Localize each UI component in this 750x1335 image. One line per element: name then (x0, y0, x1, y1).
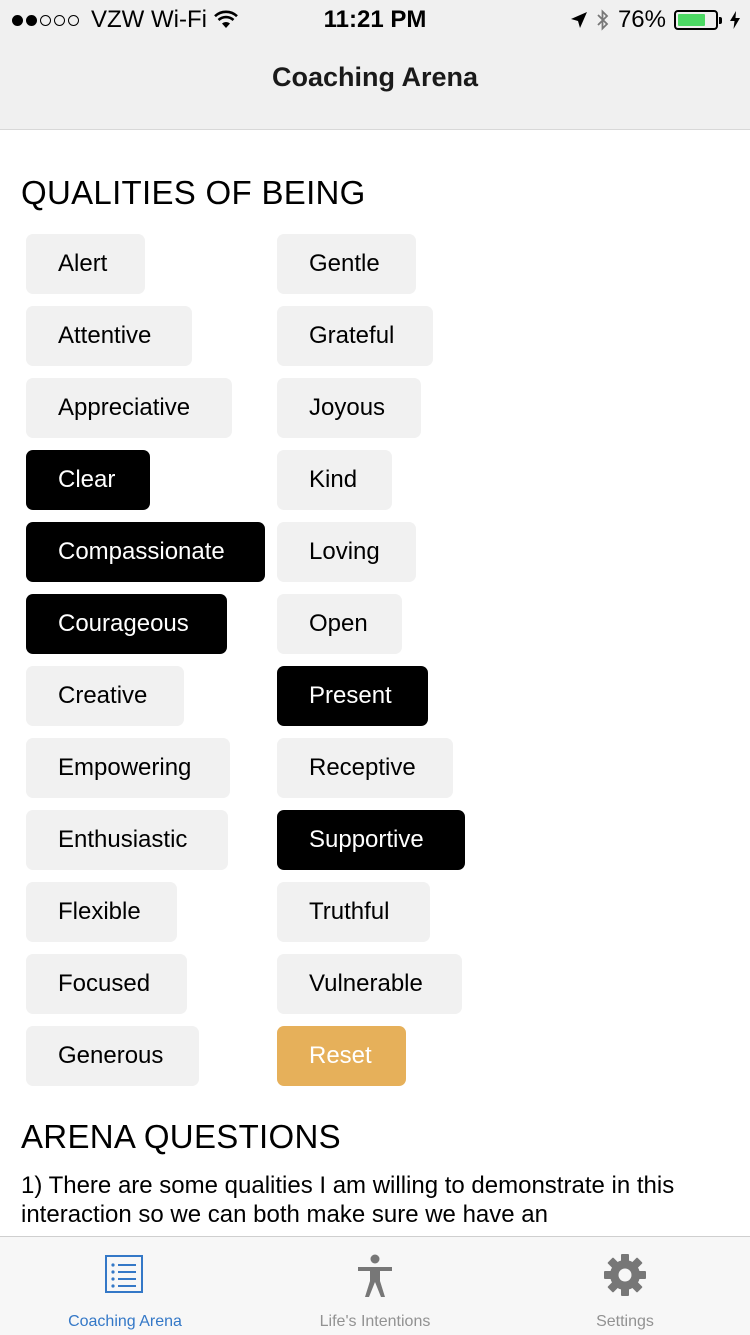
quality-chip-grateful[interactable]: Grateful (277, 306, 433, 366)
quality-chip-supportive[interactable]: Supportive (277, 810, 465, 870)
quality-chip-vulnerable[interactable]: Vulnerable (277, 954, 462, 1014)
top-bar: VZW Wi-Fi 11:21 PM 76% Coaching Arena (0, 0, 750, 130)
quality-chip-present[interactable]: Present (277, 666, 428, 726)
quality-chip-alert[interactable]: Alert (26, 234, 145, 294)
quality-chip-open[interactable]: Open (277, 594, 402, 654)
quality-chip-courageous[interactable]: Courageous (26, 594, 227, 654)
qualities-heading: QUALITIES OF BEING (21, 174, 366, 211)
quality-chip-attentive[interactable]: Attentive (26, 306, 192, 366)
arena-question-1: 1) There are some qualities I am willing… (21, 1172, 675, 1228)
quality-chip-focused[interactable]: Focused (26, 954, 187, 1014)
content-scroll[interactable]: QUALITIES OF BEING Alert Attentive Appre… (0, 130, 750, 1236)
tab-label: Life's Intentions (319, 1313, 431, 1330)
list-icon (105, 1255, 143, 1293)
battery-percent: 76% (617, 6, 666, 33)
quality-chip-clear[interactable]: Clear (26, 450, 150, 510)
quality-chip-loving[interactable]: Loving (277, 522, 416, 582)
person-icon (358, 1254, 392, 1297)
quality-chip-empowering[interactable]: Empowering (26, 738, 230, 798)
battery-icon (674, 10, 722, 30)
tab-label: Settings (596, 1313, 654, 1330)
charging-bolt-icon (730, 11, 740, 29)
quality-chip-creative[interactable]: Creative (26, 666, 184, 726)
nav-title: Coaching Arena (271, 62, 479, 92)
quality-chip-kind[interactable]: Kind (277, 450, 392, 510)
gear-icon (604, 1254, 646, 1296)
location-arrow-icon (570, 12, 587, 28)
status-right: 76% (570, 6, 740, 34)
arena-questions-heading: ARENA QUESTIONS (21, 1118, 341, 1155)
status-bar: VZW Wi-Fi 11:21 PM 76% (0, 0, 750, 40)
quality-chip-enthusiastic[interactable]: Enthusiastic (26, 810, 228, 870)
quality-chip-gentle[interactable]: Gentle (277, 234, 416, 294)
quality-chip-joyous[interactable]: Joyous (277, 378, 421, 438)
quality-chip-generous[interactable]: Generous (26, 1026, 199, 1086)
quality-chip-appreciative[interactable]: Appreciative (26, 378, 232, 438)
tab-coaching-arena[interactable]: Coaching Arena (0, 1237, 250, 1335)
quality-chip-flexible[interactable]: Flexible (26, 882, 177, 942)
tab-bar: Coaching Arena Life's Intentions Setting… (0, 1236, 750, 1335)
reset-button[interactable]: Reset (277, 1026, 406, 1086)
tab-settings[interactable]: Settings (500, 1237, 750, 1335)
tab-label: Coaching Arena (68, 1313, 182, 1330)
tab-lifes-intentions[interactable]: Life's Intentions (250, 1237, 500, 1335)
quality-chip-receptive[interactable]: Receptive (277, 738, 453, 798)
quality-chip-compassionate[interactable]: Compassionate (26, 522, 265, 582)
quality-chip-truthful[interactable]: Truthful (277, 882, 430, 942)
bluetooth-icon (597, 9, 609, 31)
